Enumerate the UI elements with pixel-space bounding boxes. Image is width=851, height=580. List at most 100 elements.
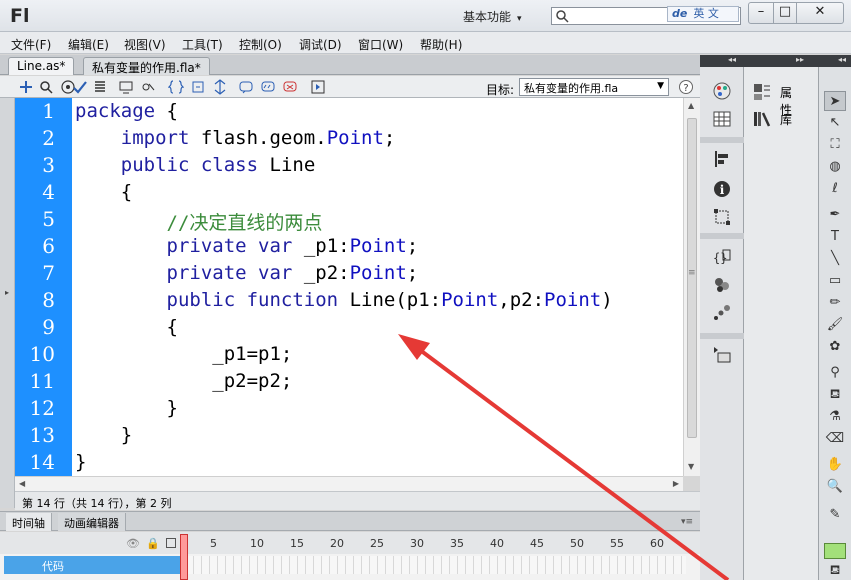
- scrollbar-thumb[interactable]: [687, 118, 697, 438]
- lasso-tool-icon[interactable]: ℓ: [824, 179, 846, 199]
- panel-menu-icon[interactable]: ▾≡: [681, 517, 693, 527]
- scroll-down-icon[interactable]: ▼: [688, 462, 694, 471]
- code-line[interactable]: _p1=p1;: [75, 343, 292, 365]
- close-button[interactable]: ✕: [796, 2, 844, 24]
- transform-panel-icon[interactable]: [712, 207, 732, 227]
- auto-format-icon[interactable]: [92, 79, 108, 95]
- fill-color-icon[interactable]: ⛾: [824, 561, 846, 580]
- code-editor[interactable]: 1 2 3 4 5 6 7 8 9 10 11 12 13 14 package…: [15, 98, 683, 476]
- workspace-switcher[interactable]: 基本功能 ▾: [463, 8, 522, 25]
- maximize-button[interactable]: □: [773, 2, 797, 24]
- actions-toolbar: 目标: 私有变量的作用.fla ▼ ?: [0, 76, 700, 98]
- stroke-color-swatch[interactable]: [824, 543, 846, 559]
- code-line[interactable]: {: [75, 316, 178, 338]
- add-statement-icon[interactable]: [18, 79, 34, 95]
- bone-tool-icon[interactable]: ⚲: [824, 363, 846, 383]
- apply-block-comment-icon[interactable]: [238, 79, 254, 95]
- stroke-color-icon[interactable]: ✎: [824, 505, 846, 525]
- deco-tool-icon[interactable]: ✿: [824, 337, 846, 357]
- code-hint-icon[interactable]: [118, 79, 134, 95]
- collapse-braces-icon[interactable]: [168, 79, 184, 95]
- code-line[interactable]: _p2=p2;: [75, 370, 292, 392]
- menu-view[interactable]: 视图(V): [124, 36, 166, 53]
- code-line[interactable]: package {: [75, 100, 178, 122]
- hand-tool-icon[interactable]: ✋: [824, 455, 846, 475]
- remove-comment-icon[interactable]: [282, 79, 298, 95]
- help-icon[interactable]: ?: [678, 79, 694, 95]
- menu-tools[interactable]: 工具(T): [182, 36, 223, 53]
- code-line[interactable]: private var _p1:Point;: [75, 235, 419, 257]
- expand-all-icon[interactable]: [212, 79, 228, 95]
- layer-frames[interactable]: [186, 556, 686, 574]
- motion-presets-icon[interactable]: [712, 303, 732, 323]
- show-hide-all-icon[interactable]: 👁: [126, 537, 140, 550]
- left-collapse-strip[interactable]: ▸: [0, 98, 15, 508]
- zoom-tool-icon[interactable]: 🔍: [824, 477, 846, 497]
- paint-bucket-tool-icon[interactable]: ⛾: [824, 385, 846, 405]
- pen-tool-icon[interactable]: ✒: [824, 205, 846, 225]
- rectangle-tool-icon[interactable]: ▭: [824, 271, 846, 291]
- text-tool-icon[interactable]: T: [824, 227, 846, 247]
- scene-panel-icon[interactable]: [712, 345, 732, 365]
- ime-indicator[interactable]: de 英 文: [667, 6, 739, 22]
- menu-edit[interactable]: 编辑(E): [68, 36, 109, 53]
- debug-options-icon[interactable]: [140, 79, 156, 95]
- show-hide-toolbox-icon[interactable]: [310, 79, 326, 95]
- brush-tool-icon[interactable]: 🖌: [824, 315, 846, 335]
- scroll-up-icon[interactable]: ▲: [688, 101, 694, 110]
- tab-timeline[interactable]: 时间轴: [6, 513, 52, 531]
- color-panel-icon[interactable]: [712, 81, 732, 101]
- free-transform-tool-icon[interactable]: ⛶: [824, 135, 846, 155]
- code-line[interactable]: }: [75, 424, 132, 446]
- frame-ruler[interactable]: 1 5 10 15 20 25 30 35 40 45 50 55 60: [182, 532, 682, 554]
- selection-tool-icon[interactable]: ➤: [824, 91, 846, 111]
- code-line[interactable]: import flash.geom.Point;: [75, 127, 396, 149]
- collapse-dock-icon[interactable]: ◂◂: [728, 55, 736, 64]
- tab-fla-document[interactable]: 私有变量的作用.fla*: [83, 57, 210, 75]
- components-panel-icon[interactable]: [712, 275, 732, 295]
- eyedropper-tool-icon[interactable]: ⚗: [824, 407, 846, 427]
- check-syntax-icon[interactable]: [72, 79, 88, 95]
- vertical-scrollbar[interactable]: ▲ ≡ ▼: [683, 98, 700, 476]
- code-line[interactable]: //决定直线的两点: [75, 208, 323, 235]
- code-line[interactable]: private var _p2:Point;: [75, 262, 419, 284]
- collapse-selection-icon[interactable]: [190, 79, 206, 95]
- find-icon[interactable]: [38, 79, 54, 95]
- line-number: 5: [42, 207, 55, 231]
- align-panel-icon[interactable]: [712, 149, 732, 169]
- code-line[interactable]: public class Line: [75, 154, 316, 176]
- apply-line-comment-icon[interactable]: [260, 79, 276, 95]
- outline-all-icon[interactable]: [166, 538, 176, 548]
- menu-file[interactable]: 文件(F): [11, 36, 51, 53]
- menu-debug[interactable]: 调试(D): [299, 36, 342, 53]
- menu-help[interactable]: 帮助(H): [420, 36, 462, 53]
- code-line[interactable]: public function Line(p1:Point,p2:Point): [75, 289, 613, 311]
- timeline-layer-row: 代码: [0, 554, 700, 580]
- eraser-tool-icon[interactable]: ⌫: [824, 429, 846, 449]
- tab-line-as[interactable]: Line.as*: [8, 57, 75, 75]
- swatches-panel-icon[interactable]: [712, 109, 732, 129]
- line-tool-icon[interactable]: ╲: [824, 249, 846, 269]
- scroll-left-icon[interactable]: ◀: [19, 479, 25, 488]
- code-snippets-icon[interactable]: {}: [712, 247, 732, 267]
- code-line[interactable]: {: [75, 181, 132, 203]
- collapse-dock-icon[interactable]: ◂◂: [838, 55, 846, 64]
- tab-motion-editor[interactable]: 动画编辑器: [58, 513, 126, 531]
- menu-control[interactable]: 控制(O): [239, 36, 282, 53]
- info-panel-icon[interactable]: i: [712, 179, 732, 199]
- line-number: 1: [42, 99, 55, 123]
- menu-window[interactable]: 窗口(W): [358, 36, 403, 53]
- subselection-tool-icon[interactable]: ↖: [824, 113, 846, 133]
- horizontal-scrollbar[interactable]: ◀ ▶: [15, 476, 683, 491]
- 3d-rotation-tool-icon[interactable]: ◍: [824, 157, 846, 177]
- layer-code[interactable]: 代码: [4, 556, 180, 574]
- lock-all-icon[interactable]: 🔒: [146, 537, 160, 550]
- code-line[interactable]: }: [75, 451, 86, 473]
- playhead[interactable]: [180, 534, 188, 580]
- code-line[interactable]: }: [75, 397, 178, 419]
- minimize-button[interactable]: –: [748, 2, 774, 24]
- scroll-right-icon[interactable]: ▶: [673, 479, 679, 488]
- pencil-tool-icon[interactable]: ✏: [824, 293, 846, 313]
- collapse-dock-icon[interactable]: ▸▸: [796, 55, 804, 64]
- target-select[interactable]: 私有变量的作用.fla ▼: [519, 78, 669, 96]
